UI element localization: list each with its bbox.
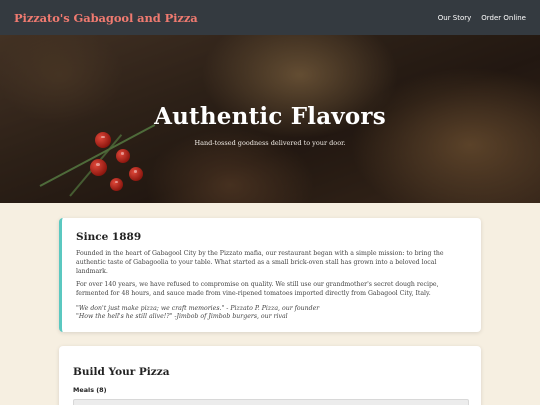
quotes-block: "We don't just make pizza; we craft memo…	[76, 305, 469, 322]
meals-label: Meals (8)	[73, 386, 107, 394]
nav-link-our-story[interactable]: Our Story	[438, 14, 472, 22]
story-paragraph: For over 140 years, we have refused to c…	[76, 281, 439, 298]
build-pizza-card: Build Your Pizza Meals (8)	[59, 346, 481, 405]
story-paragraph: Founded in the heart of Gabagool City by…	[76, 250, 444, 275]
nav-links: Our Story Order Online	[438, 14, 526, 22]
hero-content: Authentic Flavors Hand-tossed goodness d…	[0, 35, 540, 203]
meals-select[interactable]	[73, 399, 469, 405]
hero-title: Authentic Flavors	[154, 103, 386, 130]
hero-banner: Authentic Flavors Hand-tossed goodness d…	[0, 35, 540, 203]
story-title: Since 1889	[76, 231, 142, 243]
brand-link[interactable]: Pizzato's Gabagool and Pizza	[14, 11, 198, 25]
hero-subtitle: Hand-tossed goodness delivered to your d…	[194, 139, 346, 147]
founder-quote: "We don't just make pizza; we craft memo…	[76, 304, 320, 312]
our-story-card: Since 1889 Founded in the heart of Gabag…	[59, 218, 481, 332]
rival-quote: "How the hell's he still alive!?" -Jimbo…	[76, 313, 288, 321]
navbar: Pizzato's Gabagool and Pizza Our Story O…	[0, 0, 540, 35]
build-pizza-title: Build Your Pizza	[73, 366, 170, 378]
nav-link-order-online[interactable]: Order Online	[481, 14, 526, 22]
